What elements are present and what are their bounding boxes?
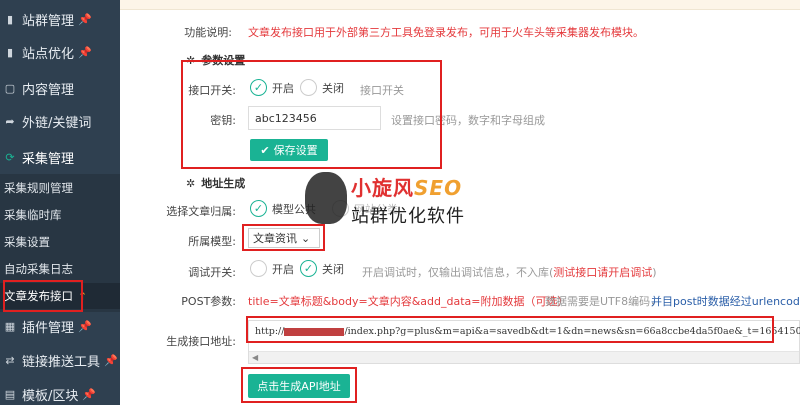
bar-chart-icon: ▮ [6,45,14,59]
radio-label: 关闭 [322,262,344,276]
highlight-box-url [246,316,774,343]
submenu-item-temp-library[interactable]: 采集临时库 [0,202,120,228]
sidebar-item-plugins[interactable]: ▦ 插件管理 📌 [0,311,120,341]
radio-empty-icon [250,260,267,277]
top-strip [120,0,800,10]
watermark-seo: SEO [414,176,463,200]
sidebar-item-site-group[interactable]: ▮ 站群管理 📌 [0,4,120,34]
func-description: 文章发布接口用于外部第三方工具免登录发布，可用于火车头等采集器发布模块。 [248,26,644,39]
radio-label: 开启 [272,262,294,276]
debug-off-radio[interactable]: ✓ 关闭 [300,260,344,277]
highlight-box-current-menu [3,280,83,312]
post-note-continued: 并目post时数据经过urlencode编 [651,295,800,308]
submenu-label: 采集设置 [4,235,50,249]
sidebar-item-label: 外链/关键词 [22,115,92,131]
section-address: ✲ 地址生成 [186,175,245,191]
sidebar-item-collect[interactable]: ⟳ 采集管理 [0,142,120,172]
debug-hint-text: 开启调试时，仅输出调试信息，不入库( [362,266,554,279]
debug-hint-red: 测试接口请开启调试 [553,266,653,279]
submenu-item-auto-collect-log[interactable]: 自动采集日志 [0,256,120,282]
submenu-label: 采集规则管理 [4,181,73,195]
sidebar-item-content[interactable]: ▢ 内容管理 [0,73,120,103]
post-params: title=文章标题&body=文章内容&add_data=附加数据（可选） [248,295,569,308]
sidebar-item-label: 链接推送工具 [22,354,101,370]
watermark-title-text: 小旋风 [351,176,414,200]
pin-icon: 📌 [104,353,118,367]
debug-hint: 开启调试时，仅输出调试信息，不入库(测试接口请开启调试) [362,264,657,280]
scroll-left-icon[interactable]: ◀ [252,353,258,362]
sidebar-item-label: 站点优化 [22,46,75,62]
highlight-box-generate [241,367,357,403]
highlight-box-params [181,60,442,169]
send-icon: ⇄ [5,353,15,367]
horizontal-scrollbar[interactable]: ◀ [249,351,799,363]
refresh-icon: ⟳ [5,150,15,164]
layout-icon: ▤ [4,387,16,401]
gen-url-label: 生成接口地址: [166,335,236,348]
sidebar-item-label: 站群管理 [22,13,75,29]
submenu-label: 自动采集日志 [4,262,73,276]
submenu-item-collect-settings[interactable]: 采集设置 [0,229,120,255]
sidebar-item-label: 内容管理 [22,82,75,98]
bar-chart-icon: ▮ [6,12,14,26]
debug-hint-suffix: ) [652,266,657,279]
sidebar-item-label: 采集管理 [22,151,75,167]
func-label: 功能说明: [184,26,232,39]
check-icon: ✓ [250,200,267,217]
pin-icon: 📌 [82,387,97,401]
check-icon: ✓ [300,260,317,277]
watermark-title: 小旋风SEO [351,172,462,201]
pin-icon: 📌 [78,45,92,59]
submenu-label: 采集临时库 [4,208,62,222]
sidebar-item-label: 插件管理 [22,320,75,336]
gear-icon: ✲ [186,177,196,190]
pin-icon: 📌 [78,12,92,26]
document-icon: ▢ [4,81,16,95]
arrow-icon: ➦ [5,114,15,128]
app-root: ▮ 站群管理 📌 ▮ 站点优化 📌 ▢ 内容管理 ➦ 外链/关键词 ⟳ 采集管理… [0,0,800,405]
watermark-logo: 小旋风SEO 站群优化软件 [305,172,505,232]
category-label: 选择文章归属: [166,205,236,218]
model-label: 所属模型: [188,235,236,248]
pin-icon: 📌 [78,319,92,333]
debug-on-radio[interactable]: 开启 [250,260,294,277]
sidebar-item-link-push[interactable]: ⇄ 链接推送工具 📌 [0,345,120,375]
debug-label: 调试开关: [188,266,236,279]
sidebar-item-templates[interactable]: ▤ 模板/区块 📌 [0,379,120,405]
mascot-icon [305,172,347,224]
section-title: 地址生成 [201,177,246,190]
sidebar-item-label: 模板/区块 [22,388,79,404]
sidebar-item-site-optimize[interactable]: ▮ 站点优化 📌 [0,37,120,67]
sidebar-item-links-keywords[interactable]: ➦ 外链/关键词 [0,106,120,136]
submenu-item-collect-rules[interactable]: 采集规则管理 [0,175,120,201]
sidebar: ▮ 站群管理 📌 ▮ 站点优化 📌 ▢ 内容管理 ➦ 外链/关键词 ⟳ 采集管理… [0,0,120,405]
watermark-subtitle: 站群优化软件 [351,206,465,227]
post-label: POST参数: [181,295,236,308]
grid-icon: ▦ [4,319,16,333]
post-note: 数据需要是UTF8编码， [545,295,662,308]
